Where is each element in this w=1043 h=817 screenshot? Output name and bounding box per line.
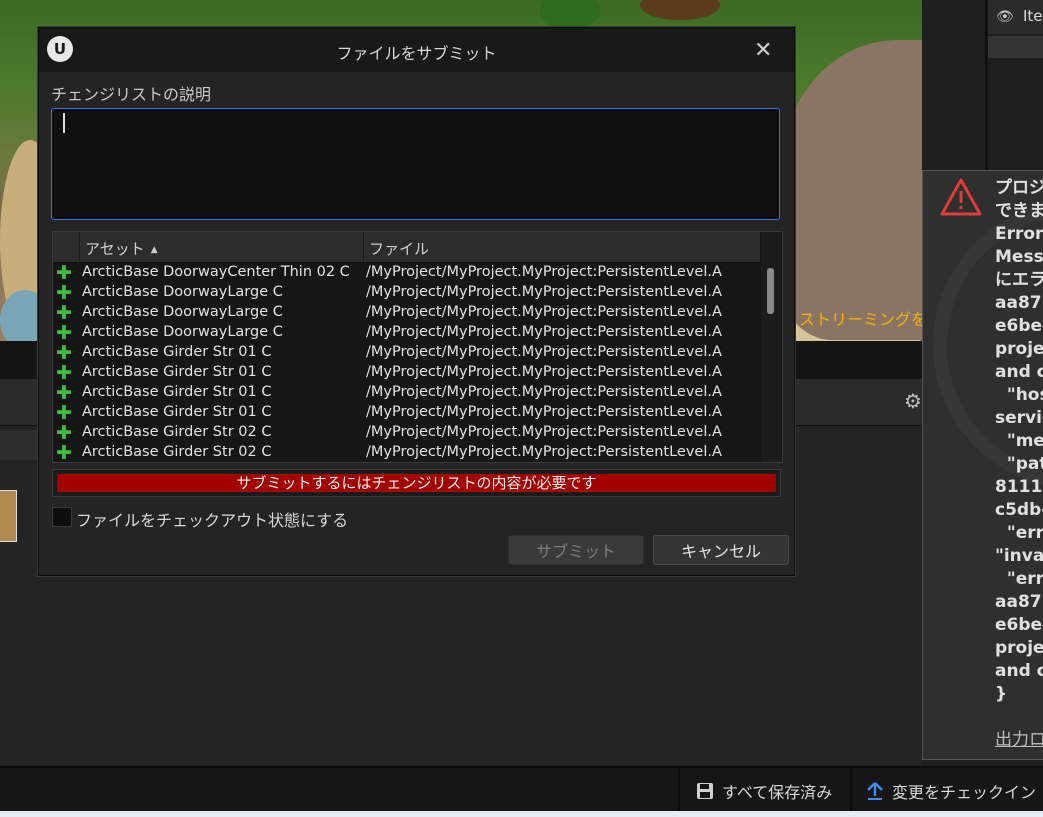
sort-ascending-icon: ▲ — [150, 245, 158, 255]
row-asset-name: ArcticBase DoorwayLarge C — [82, 304, 283, 320]
row-asset-name: ArcticBase Girder Str 02 C — [82, 444, 272, 460]
submit-files-dialog: U ファイルをサブミット ✕ チェンジリストの説明 アセット ▲ ファイル ✚ Ar… — [38, 27, 795, 576]
file-list-row[interactable]: ✚ ArcticBase DoorwayLarge C/MyProject/MyP… — [53, 323, 760, 343]
viewport-tree — [540, 0, 600, 30]
error-notification: プロジ できま ErrorC Messa にエラ aa871 e6bec pro… — [922, 170, 1043, 760]
row-file-path: /MyProject/MyProject.MyProject:Persisten… — [366, 444, 722, 460]
asset-header-text: アセット — [85, 240, 145, 258]
dialog-titlebar[interactable]: U ファイルをサブミット ✕ — [39, 28, 794, 72]
changelist-description-input[interactable] — [51, 108, 780, 220]
row-asset-name: ArcticBase Girder Str 01 C — [82, 364, 272, 380]
file-list-row[interactable]: ✚ ArcticBase DoorwayLarge C/MyProject/MyP… — [53, 303, 760, 323]
changelist-description-label: チェンジリストの説明 — [51, 85, 212, 104]
viewport-tree — [640, 0, 720, 20]
plus-add-icon: ✚ — [56, 263, 72, 284]
column-asset[interactable]: アセット ▲ — [80, 232, 364, 262]
row-asset-name: ArcticBase Girder Str 01 C — [82, 344, 272, 360]
output-log-link[interactable]: 出力ロ — [995, 725, 1043, 750]
close-icon[interactable]: ✕ — [754, 38, 772, 63]
plus-add-icon: ✚ — [56, 402, 72, 424]
row-asset-name: ArcticBase DoorwayCenter Thin 02 C — [82, 264, 350, 280]
plus-add-icon: ✚ — [56, 302, 72, 324]
row-asset-name: ArcticBase Girder Str 01 C — [82, 404, 272, 420]
file-list-row[interactable]: ✚ ArcticBase DoorwayCenter Thin 02 C/MyPr… — [53, 263, 760, 283]
asset-thumbnail[interactable] — [0, 490, 17, 542]
plus-add-icon: ✚ — [56, 282, 72, 304]
file-list-row[interactable]: ✚ ArcticBase Girder Str 01 C/MyProject/My… — [53, 363, 760, 383]
column-status[interactable] — [53, 232, 80, 262]
file-list-row[interactable]: ✚ ArcticBase Girder Str 01 C/MyProject/My… — [53, 403, 760, 423]
row-file-path: /MyProject/MyProject.MyProject:Persisten… — [366, 404, 722, 420]
row-file-path: /MyProject/MyProject.MyProject:Persisten… — [366, 344, 722, 360]
column-file-label: ファイル — [369, 240, 430, 258]
row-asset-name: ArcticBase Girder Str 01 C — [82, 384, 272, 400]
column-file[interactable]: ファイル — [364, 232, 760, 262]
dialog-title: ファイルをサブミット — [336, 44, 497, 63]
file-list-row[interactable]: ✚ ArcticBase Girder Str 02 C/MyProject/My… — [53, 442, 760, 461]
file-list-row[interactable]: ✚ ArcticBase Girder Str 01 C/MyProject/My… — [53, 383, 760, 403]
panel-tab[interactable] — [0, 430, 40, 460]
file-list-header: アセット ▲ ファイル — [53, 232, 760, 263]
settings-gear-icon[interactable]: ⚙ — [904, 389, 922, 413]
checkin-label: 変更をチェックイン — [892, 782, 1037, 802]
row-file-path: /MyProject/MyProject.MyProject:Persisten… — [366, 324, 722, 340]
outliner-row[interactable] — [988, 36, 1043, 58]
row-asset-name: ArcticBase DoorwayLarge C — [82, 324, 283, 340]
file-list-row[interactable]: ✚ ArcticBase Girder Str 02 C/MyProject/My… — [53, 423, 760, 443]
row-file-path: /MyProject/MyProject.MyProject:Persisten… — [366, 264, 722, 280]
outliner-column-label: Ite — [1023, 7, 1043, 25]
save-disk-icon — [697, 782, 713, 799]
plus-add-icon: ✚ — [56, 442, 72, 461]
row-asset-name: ArcticBase Girder Str 02 C — [82, 424, 272, 440]
plus-add-icon: ✚ — [56, 342, 72, 364]
file-list-rows: ✚ ArcticBase DoorwayCenter Thin 02 C/MyPr… — [53, 263, 760, 461]
checkout-label[interactable]: ファイルをチェックアウト状態にする — [76, 507, 348, 531]
row-asset-name: ArcticBase DoorwayLarge C — [82, 284, 283, 300]
warning-triangle-icon — [940, 178, 982, 216]
file-list: アセット ▲ ファイル ✚ ArcticBase DoorwayCenter Thi… — [52, 231, 783, 463]
plus-add-icon: ✚ — [56, 422, 72, 444]
status-bar: すべて保存済み 変更をチェックイン — [0, 766, 1043, 813]
row-file-path: /MyProject/MyProject.MyProject:Persisten… — [366, 384, 722, 400]
submit-button[interactable]: サブミット — [508, 535, 644, 565]
file-list-scrollbar[interactable] — [761, 232, 781, 462]
checkout-checkbox[interactable] — [52, 507, 72, 527]
taskbar-edge — [0, 811, 1043, 817]
save-all-label: すべて保存済み — [722, 782, 833, 802]
row-file-path: /MyProject/MyProject.MyProject:Persisten… — [366, 304, 722, 320]
file-list-row[interactable]: ✚ ArcticBase DoorwayLarge C/MyProject/MyP… — [53, 283, 760, 303]
cancel-button[interactable]: キャンセル — [653, 535, 789, 565]
error-banner-frame: サブミットするにはチェンジリストの内容が必要です — [52, 469, 781, 497]
upload-arrow-icon — [867, 781, 883, 800]
column-asset-label: アセット ▲ — [85, 238, 158, 259]
plus-add-icon: ✚ — [56, 322, 72, 344]
row-file-path: /MyProject/MyProject.MyProject:Persisten… — [366, 364, 722, 380]
plus-add-icon: ✚ — [56, 382, 72, 404]
streaming-status-text: ストリーミングを — [799, 310, 922, 329]
row-file-path: /MyProject/MyProject.MyProject:Persisten… — [366, 424, 722, 440]
text-caret — [63, 113, 65, 133]
scrollbar-thumb[interactable] — [767, 268, 774, 314]
plus-add-icon: ✚ — [56, 362, 72, 384]
eye-icon[interactable]: 👁 — [996, 9, 1014, 25]
error-message: プロジ できま ErrorC Messa にエラ aa871 e6bec pro… — [995, 178, 1043, 704]
error-banner: サブミットするにはチェンジリストの内容が必要です — [57, 474, 776, 492]
save-all-button[interactable]: すべて保存済み — [678, 768, 850, 813]
checkin-changes-button[interactable]: 変更をチェックイン — [850, 768, 1043, 813]
viewport-rock — [780, 40, 922, 340]
row-file-path: /MyProject/MyProject.MyProject:Persisten… — [366, 284, 722, 300]
file-list-row[interactable]: ✚ ArcticBase Girder Str 01 C/MyProject/My… — [53, 343, 760, 363]
